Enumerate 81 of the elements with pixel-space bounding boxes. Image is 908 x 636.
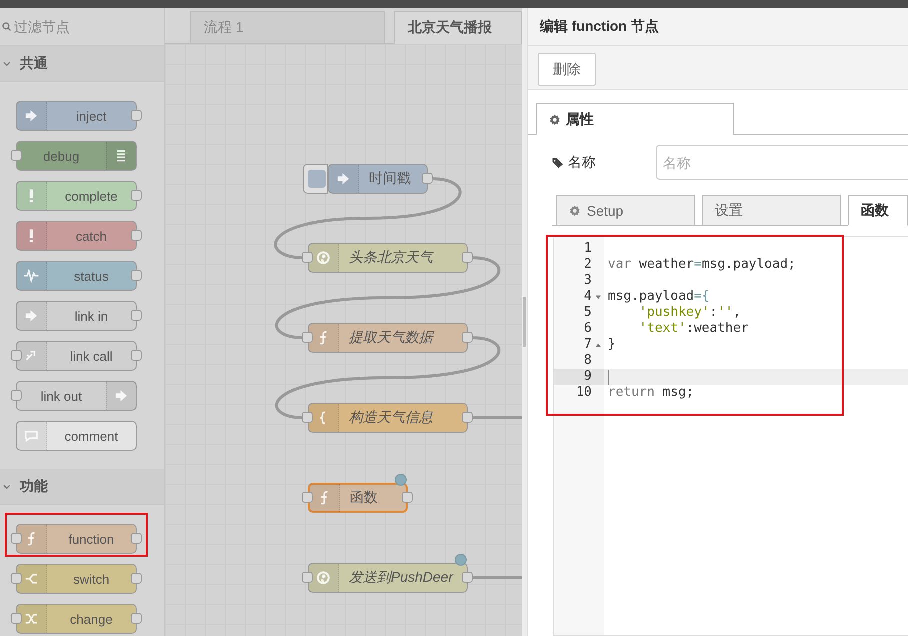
settings-tab[interactable]: Setup (556, 195, 695, 226)
flow-tab[interactable]: 北京天气播报 (394, 11, 522, 44)
output-port[interactable] (131, 110, 142, 121)
palette-node[interactable]: change (16, 604, 137, 634)
output-port[interactable] (131, 230, 142, 241)
output-port[interactable] (462, 572, 473, 583)
editor-title: 编辑 function 节点 (528, 8, 908, 46)
line-number: 3 (584, 273, 592, 289)
line-number: 7 (584, 337, 592, 353)
flow-node[interactable]: 发送到PushDeer (308, 563, 468, 593)
input-port[interactable] (302, 492, 313, 503)
palette-node[interactable]: status (16, 261, 137, 291)
output-port[interactable] (402, 492, 413, 503)
output-port[interactable] (131, 350, 142, 361)
palette-node[interactable]: catch (16, 221, 137, 251)
tag-icon (552, 156, 564, 168)
line-number: 10 (576, 385, 592, 401)
input-port[interactable] (11, 613, 22, 624)
flow-node[interactable]: 构造天气信息 (308, 403, 468, 433)
line-number: 5 (584, 305, 592, 321)
output-port[interactable] (462, 252, 473, 263)
delete-button[interactable]: 删除 (538, 53, 596, 86)
settings-icon (549, 114, 561, 126)
line-number: 9 (584, 369, 592, 385)
input-port[interactable] (11, 350, 22, 361)
output-port[interactable] (131, 573, 142, 584)
palette-node[interactable]: inject (16, 101, 137, 131)
output-port[interactable] (131, 613, 142, 624)
palette-node[interactable]: link out (16, 381, 137, 411)
input-port[interactable] (302, 412, 313, 423)
output-port[interactable] (131, 190, 142, 201)
output-port[interactable] (462, 332, 473, 343)
code-line: } (608, 337, 616, 353)
code-line: 'pushkey':'', (638, 305, 742, 321)
line-number: 8 (584, 353, 592, 369)
input-port[interactable] (11, 573, 22, 584)
line-number: 2 (584, 257, 592, 273)
category-header[interactable]: 功能 (0, 469, 164, 505)
flow-node[interactable]: 提取天气数据 (308, 323, 468, 353)
flow-node[interactable]: 头条北京天气 (308, 243, 468, 273)
output-port[interactable] (131, 310, 142, 321)
palette-node[interactable]: comment (16, 421, 137, 451)
input-port[interactable] (11, 150, 22, 161)
palette-node[interactable]: switch (16, 564, 137, 594)
settings-tab[interactable]: 函数 (848, 195, 908, 226)
palette-node[interactable]: link in (16, 301, 137, 331)
filter-field[interactable]: 过滤节点 (14, 18, 162, 34)
palette-node[interactable]: debug (16, 141, 137, 171)
settings-tab[interactable]: 设置 (702, 195, 841, 226)
line-number: 4 (584, 289, 592, 305)
output-port[interactable] (131, 533, 142, 544)
output-port[interactable] (131, 270, 142, 281)
palette-node[interactable]: function (16, 524, 137, 554)
text-cursor (608, 370, 609, 384)
search-icon (2, 22, 12, 32)
input-port[interactable] (11, 390, 22, 401)
line-number: 6 (584, 321, 592, 337)
output-port[interactable] (422, 173, 433, 184)
name-label: 名称 (552, 154, 656, 172)
name-field[interactable]: 名称 (656, 145, 908, 180)
palette-node[interactable]: link call (16, 341, 137, 371)
code-line: msg.payload={ (608, 289, 710, 305)
code-editor[interactable]: 1 2 var weather=msg.payload; 3 4 msg.payload={ 5 'pushkey':'', 6 'text':weather 7 } 8 9 10 return msg; (553, 236, 908, 636)
output-port[interactable] (462, 412, 473, 423)
inject-button[interactable] (303, 164, 328, 194)
flow-node[interactable]: 时间戳 (328, 164, 428, 194)
input-port[interactable] (302, 572, 313, 583)
flow-node[interactable]: 函数 (308, 483, 408, 513)
input-port[interactable] (302, 332, 313, 343)
fold-end-icon[interactable] (594, 342, 602, 348)
category-header[interactable]: 共通 (0, 46, 164, 82)
line-number: 1 (584, 241, 592, 257)
fold-icon[interactable] (594, 294, 602, 300)
input-port[interactable] (302, 252, 313, 263)
input-port[interactable] (11, 533, 22, 544)
palette-node[interactable]: complete (16, 181, 137, 211)
code-line: return msg; (608, 385, 694, 401)
code-line: 'text':weather (638, 321, 749, 337)
flow-tab[interactable]: 流程 1 (190, 11, 385, 43)
properties-tab[interactable]: 属性 (536, 103, 734, 135)
code-line: var weather=msg.payload; (608, 257, 796, 273)
